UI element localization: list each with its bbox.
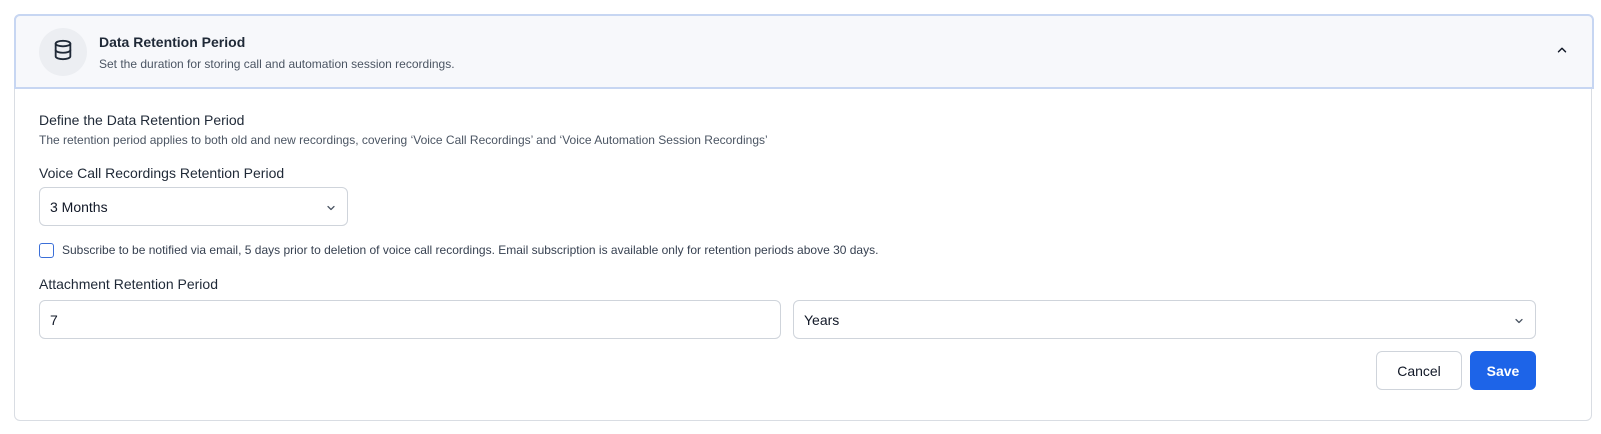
email-subscription-checkbox[interactable] (39, 243, 54, 258)
section-description: The retention period applies to both old… (39, 133, 768, 147)
panel-title: Data Retention Period (99, 34, 246, 50)
panel-header[interactable]: Data Retention Period Set the duration f… (14, 14, 1594, 89)
email-subscription-label: Subscribe to be notified via email, 5 da… (62, 243, 879, 257)
chevron-down-icon (325, 201, 337, 213)
attachment-unit-value: Years (804, 311, 840, 328)
attachment-retention-label: Attachment Retention Period (39, 276, 218, 292)
voice-call-retention-select[interactable]: 3 Months (39, 187, 348, 226)
data-retention-panel: Data Retention Period Set the duration f… (14, 14, 1594, 421)
section-title: Define the Data Retention Period (39, 112, 245, 128)
attachment-unit-select[interactable]: Years (793, 300, 1536, 339)
attachment-retention-input[interactable]: 7 (39, 300, 781, 339)
collapse-button[interactable] (1550, 40, 1574, 64)
database-icon (52, 39, 74, 66)
cancel-button[interactable]: Cancel (1376, 351, 1462, 390)
voice-call-retention-label: Voice Call Recordings Retention Period (39, 165, 285, 181)
panel-subtitle: Set the duration for storing call and au… (99, 57, 455, 71)
attachment-retention-value: 7 (50, 311, 58, 328)
chevron-down-icon (1513, 314, 1525, 326)
save-button[interactable]: Save (1470, 351, 1536, 390)
header-icon-badge (39, 28, 87, 76)
voice-call-retention-value: 3 Months (50, 198, 108, 215)
chevron-up-icon (1555, 43, 1569, 62)
